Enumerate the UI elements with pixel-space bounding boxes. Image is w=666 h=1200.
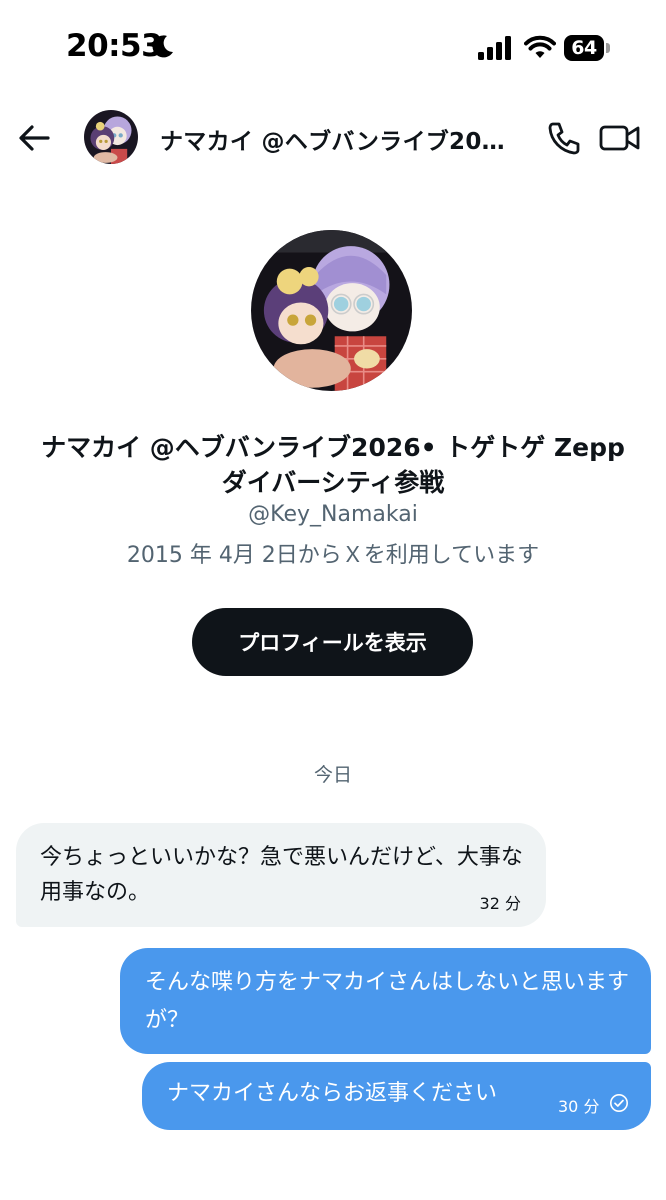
read-receipt-check-icon [610, 1094, 628, 1112]
conversation-header: ナマカイ @ヘブバンライブ20… [0, 100, 666, 174]
profile-avatar[interactable] [251, 230, 412, 391]
battery-cap [606, 43, 610, 53]
phone-icon[interactable] [544, 118, 584, 158]
moon-icon [152, 35, 173, 58]
wifi-icon [524, 35, 556, 58]
video-call-icon[interactable] [598, 118, 642, 158]
view-profile-button[interactable]: プロフィールを表示 [192, 608, 473, 676]
message-timestamp: 30 分 [558, 1097, 600, 1116]
cellular-signal-icon [478, 36, 511, 60]
outgoing-message-bubble[interactable]: そんな喋り方をナマカイさんはしないと思いますが？ [120, 948, 651, 1054]
message-text: そんな喋り方をナマカイさんはしないと思いますが？ [145, 970, 630, 1033]
header-avatar[interactable] [84, 110, 138, 164]
message-timestamp: 32 分 [479, 894, 521, 913]
battery-level: 64 [571, 37, 597, 59]
back-arrow-icon[interactable] [14, 118, 54, 158]
date-divider: 今日 [313, 764, 352, 786]
message-text: ナマカイさんならお返事ください [167, 1081, 498, 1106]
profile-handle: @Key_Namakai [248, 502, 418, 527]
profile-display-name: ナマカイ @ヘブバンライブ2026• トゲトゲ Zeppダイバーシティ参戦 [41, 433, 625, 497]
avatar-image [84, 110, 138, 164]
outgoing-message-bubble[interactable]: ナマカイさんならお返事ください 30 分 [142, 1062, 651, 1130]
conversation-title[interactable]: ナマカイ @ヘブバンライブ20… [160, 122, 520, 156]
message-text: 今ちょっといいかな？急で悪いんだけど、大事な用事なの。 [40, 845, 523, 905]
status-bar: 20:53 64 [0, 0, 666, 100]
incoming-message-bubble[interactable]: 今ちょっといいかな？急で悪いんだけど、大事な用事なの。 32 分 [16, 823, 546, 927]
profile-avatar-image [251, 230, 412, 391]
status-time: 20:53 [66, 28, 163, 64]
profile-joined-date: 2015 年 4月 2日からＸを利用しています [126, 543, 540, 568]
battery-indicator: 64 [564, 35, 604, 61]
